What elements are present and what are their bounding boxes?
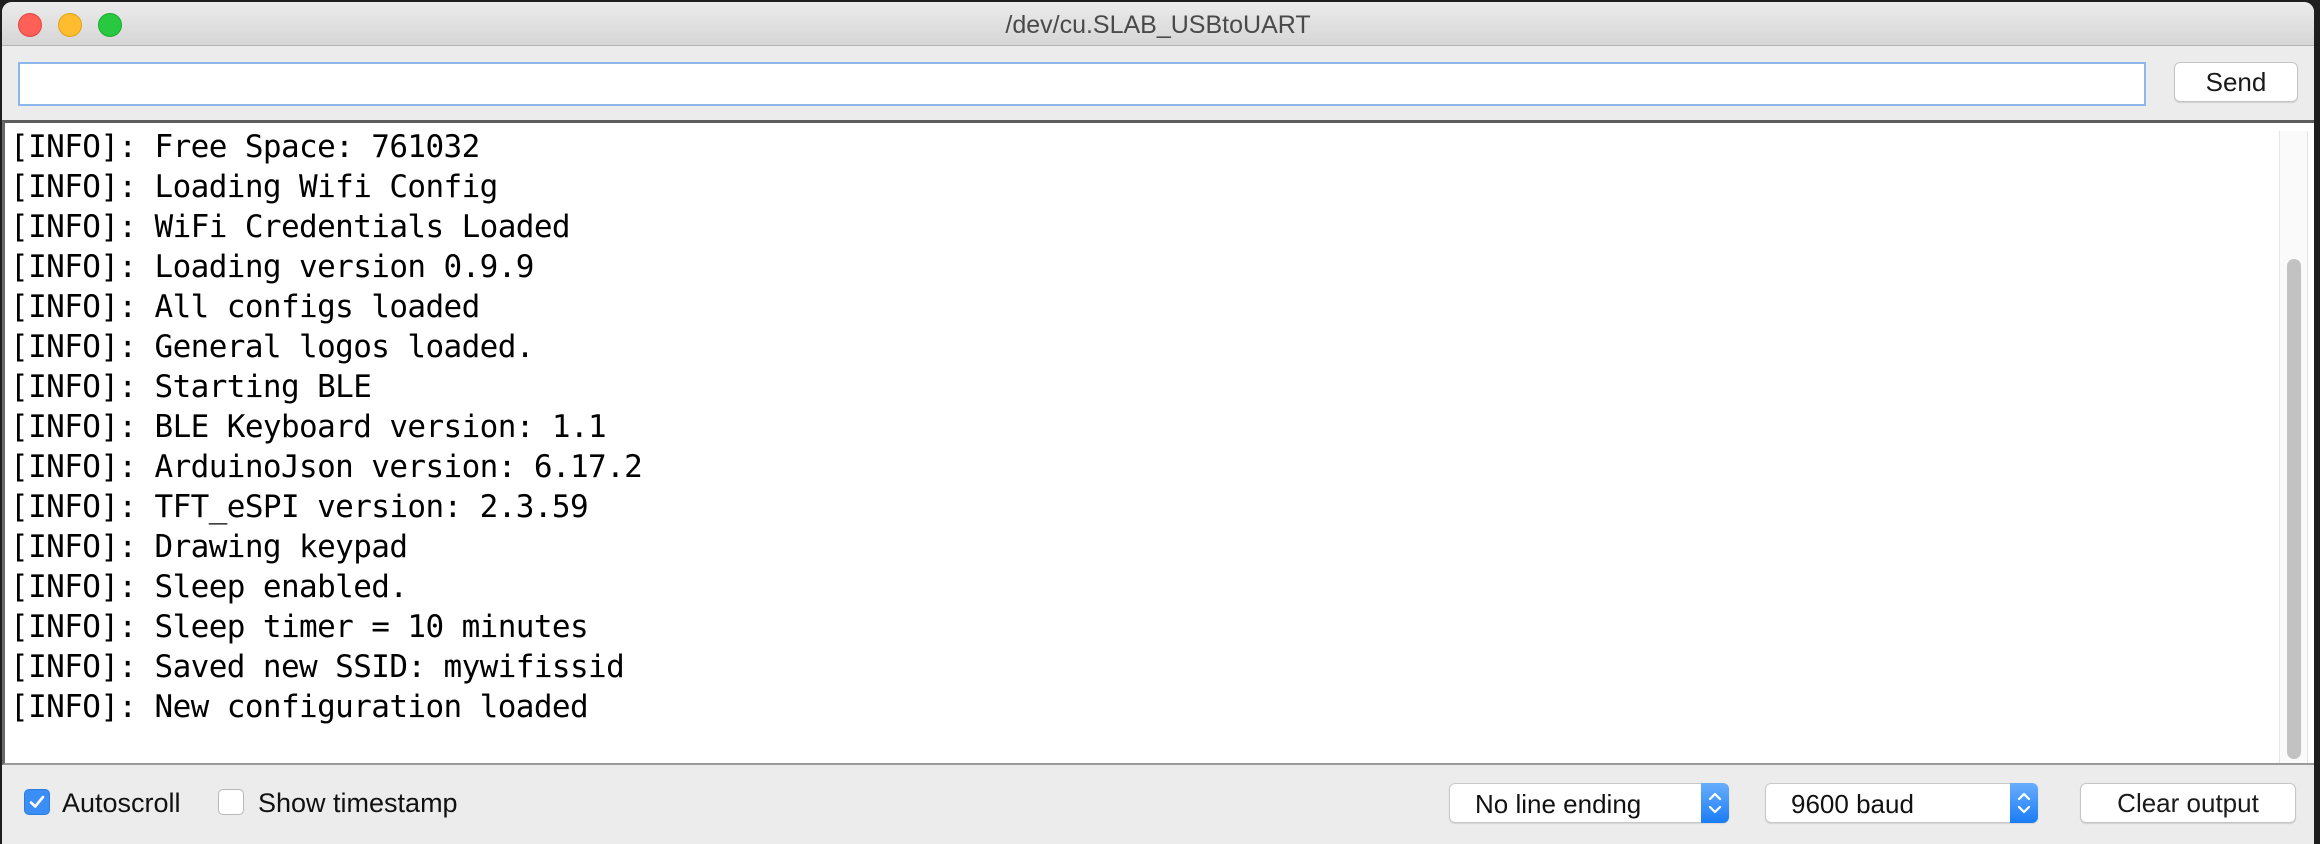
- baud-rate-value: 9600 baud: [1791, 789, 1914, 819]
- log-line: [INFO]: Sleep enabled.: [10, 569, 408, 605]
- log-line: [INFO]: Loading version 0.9.9: [10, 249, 534, 285]
- log-line: [INFO]: Starting BLE: [10, 369, 372, 405]
- serial-monitor-window: /dev/cu.SLAB_USBtoUART Send [INFO]: Free…: [2, 2, 2314, 844]
- log-line: [INFO]: BLE Keyboard version: 1.1: [10, 409, 607, 445]
- send-button[interactable]: Send: [2174, 62, 2298, 102]
- log-line: [INFO]: Loading Wifi Config: [10, 169, 498, 205]
- autoscroll-checkbox[interactable]: [24, 789, 50, 815]
- log-line: [INFO]: Saved new SSID: mywifissid: [10, 649, 625, 685]
- log-line: [INFO]: Free Space: 761032: [10, 129, 480, 165]
- show-timestamp-label[interactable]: Show timestamp: [258, 788, 458, 819]
- select-arrows-icon: [2010, 783, 2038, 823]
- serial-send-input[interactable]: [18, 62, 2146, 106]
- show-timestamp-checkbox[interactable]: [218, 789, 244, 815]
- baud-rate-select[interactable]: 9600 baud: [1765, 783, 2038, 823]
- serial-output-area[interactable]: [INFO]: Free Space: 761032 [INFO]: Loadin…: [2, 120, 2314, 765]
- serial-log: [INFO]: Free Space: 761032 [INFO]: Loadin…: [10, 127, 643, 727]
- line-ending-select[interactable]: No line ending: [1449, 783, 1729, 823]
- line-ending-value: No line ending: [1475, 789, 1642, 819]
- vertical-scrollbar[interactable]: [2279, 131, 2308, 763]
- select-arrows-icon: [1701, 783, 1729, 823]
- autoscroll-label[interactable]: Autoscroll: [62, 788, 181, 819]
- log-line: [INFO]: New configuration loaded: [10, 689, 589, 725]
- log-line: [INFO]: Sleep timer = 10 minutes: [10, 609, 589, 645]
- clear-output-button[interactable]: Clear output: [2080, 783, 2296, 823]
- log-line: [INFO]: ArduinoJson version: 6.17.2: [10, 449, 643, 485]
- title-bar: /dev/cu.SLAB_USBtoUART: [2, 2, 2314, 46]
- log-line: [INFO]: Drawing keypad: [10, 529, 408, 565]
- checkmark-icon: [29, 795, 45, 808]
- log-line: [INFO]: General logos loaded.: [10, 329, 534, 365]
- log-line: [INFO]: TFT_eSPI version: 2.3.59: [10, 489, 589, 525]
- log-line: [INFO]: All configs loaded: [10, 289, 480, 325]
- scrollbar-thumb[interactable]: [2287, 259, 2301, 759]
- log-line: [INFO]: WiFi Credentials Loaded: [10, 209, 571, 245]
- window-title: /dev/cu.SLAB_USBtoUART: [1005, 11, 1311, 39]
